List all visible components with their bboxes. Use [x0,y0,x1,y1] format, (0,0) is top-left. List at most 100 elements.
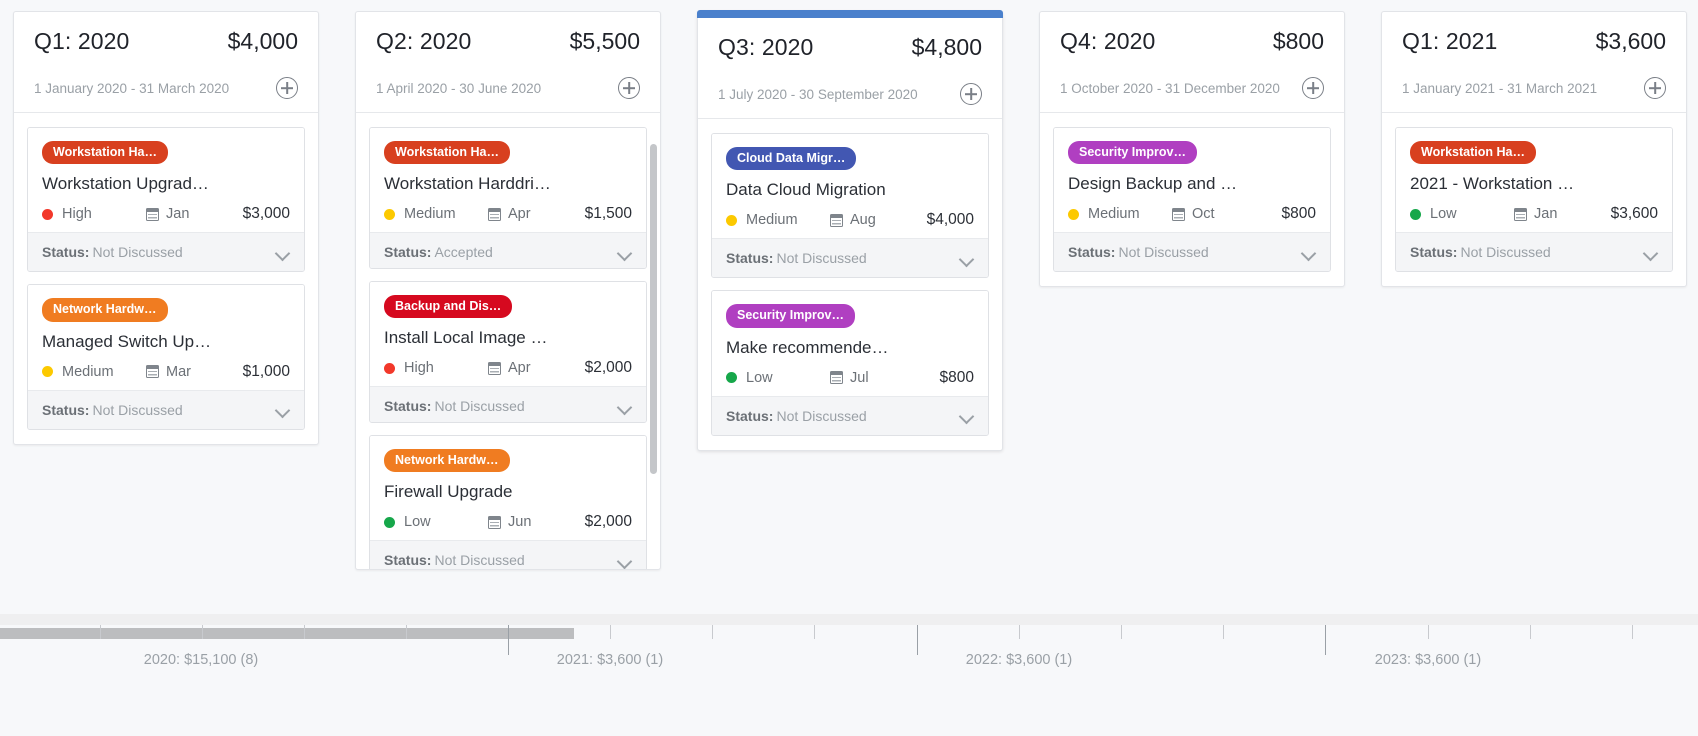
budget-card[interactable]: Backup and Dis… Install Local Image … High… [369,281,647,423]
timeline-year-label[interactable]: 2023: $3,600 (1) [1375,652,1481,668]
roadmap-board: Q1: 2020 $4,000 1 January 2020 - 31 March … [0,0,1698,736]
column-subheader-row: 1 July 2020 - 30 September 2020 [698,61,1002,119]
card-category-chip: Backup and Dis… [384,295,513,319]
column-title: Q1: 2020 [34,28,130,54]
card-status-text: Status: Not Discussed [1068,244,1209,260]
priority-dot-icon [42,208,53,220]
column-title: Q3: 2020 [718,34,814,60]
card-month: Jul [830,370,940,386]
column-date-range: 1 January 2020 - 31 March 2020 [34,80,230,96]
budget-card[interactable]: Network Hardw… Firewall Upgrade Low Jun $2,0… [369,435,647,569]
calendar-icon [488,361,501,375]
card-status-text: Status: Not Discussed [42,244,183,260]
card-month: Aug [830,212,927,228]
calendar-icon [146,207,159,221]
card-body: Backup and Dis… Install Local Image … High… [370,282,646,387]
timeline-year-label[interactable]: 2021: $3,600 (1) [557,652,663,668]
column-card-list: Workstation Ha… 2021 - Workstation … Low Ja… [1382,113,1686,286]
quarter-column[interactable]: Q2: 2020 $5,500 1 April 2020 - 30 June 202… [355,11,661,570]
budget-card[interactable]: Workstation Ha… 2021 - Workstation … Low Ja… [1395,127,1673,273]
chevron-down-icon[interactable] [617,402,632,411]
card-status-bar[interactable]: Status: Not Discussed [28,389,304,429]
card-status-label: Status: [1068,244,1116,261]
card-status-bar[interactable]: Status: Not Discussed [712,238,988,278]
card-priority: Low [726,370,830,386]
chevron-down-icon[interactable] [275,248,290,257]
add-item-icon[interactable] [276,77,298,99]
card-status-bar[interactable]: Status: Accepted [370,232,646,268]
card-body: Workstation Ha… 2021 - Workstation … Low Ja… [1396,128,1672,233]
add-item-icon[interactable] [1302,77,1324,99]
card-month: Jan [146,206,243,222]
chevron-down-icon[interactable] [1643,248,1658,257]
card-priority: Medium [726,212,830,228]
card-month: Jun [488,514,585,530]
timeline-tick [814,625,815,639]
column-accent-bar [697,10,1003,18]
card-title: Managed Switch Up… [42,331,212,351]
card-status-bar[interactable]: Status: Not Discussed [370,540,646,569]
card-status-bar[interactable]: Status: Not Discussed [28,232,304,272]
quarter-column[interactable]: Q1: 2020 $4,000 1 January 2020 - 31 March … [13,11,319,445]
column-subheader-row: 1 January 2020 - 31 March 2020 [14,55,318,113]
card-meta-row: Medium Aug $4,000 [726,211,974,229]
add-item-icon[interactable] [618,77,640,99]
chevron-down-icon[interactable] [617,248,632,257]
card-status-bar[interactable]: Status: Not Discussed [370,386,646,422]
budget-card[interactable]: Cloud Data Migr… Data Cloud Migration Medi… [711,133,989,279]
card-priority: Medium [384,206,488,222]
card-status-value: Not Discussed [92,401,183,418]
card-title: Workstation Harddri… [384,174,551,194]
card-month-label: Apr [508,206,531,223]
card-title: Data Cloud Migration [726,180,886,200]
card-priority-label: High [62,206,92,223]
card-cost: $800 [939,368,974,386]
budget-card[interactable]: Workstation Ha… Workstation Harddri… Mediu… [369,127,647,269]
card-category-chip: Workstation Ha… [1410,141,1536,165]
budget-card[interactable]: Network Hardw… Managed Switch Up… Medium Ma… [27,284,305,430]
card-title: Design Backup and … [1068,174,1238,194]
chevron-down-icon[interactable] [959,254,974,263]
card-month-label: Jan [1534,206,1558,223]
horizontal-scrollbar-track[interactable] [0,614,1698,639]
card-month-label: Apr [508,360,531,377]
column-date-range: 1 January 2021 - 31 March 2021 [1402,80,1598,96]
budget-card[interactable]: Workstation Ha… Workstation Upgrad… High Ja… [27,127,305,273]
card-priority-label: High [404,360,434,377]
chevron-down-icon[interactable] [617,556,632,565]
card-status-label: Status: [726,250,774,267]
card-priority-label: Medium [1088,206,1140,223]
card-status-bar[interactable]: Status: Not Discussed [1054,232,1330,272]
card-category-chip: Network Hardw… [42,298,168,322]
add-item-icon[interactable] [960,83,982,105]
chevron-down-icon[interactable] [275,405,290,414]
timeline-year-labels: 2020: $15,100 (8) 2021: $3,600 (1) 2022: $… [0,652,1698,682]
column-total-amount: $5,500 [569,28,640,54]
card-body: Security Improv… Make recommende… Low Jul $8… [712,291,988,396]
column-card-list: Security Improv… Design Backup and … Mediu… [1040,113,1344,286]
card-cost: $1,500 [584,205,632,223]
budget-card[interactable]: Security Improv… Design Backup and … Mediu… [1053,127,1331,273]
quarter-column[interactable]: Q3: 2020 $4,800 1 July 2020 - 30 September… [697,10,1003,451]
card-status-value: Not Discussed [434,552,525,569]
card-status-bar[interactable]: Status: Not Discussed [712,395,988,435]
quarter-column[interactable]: Q1: 2021 $3,600 1 January 2021 - 31 March … [1381,11,1687,288]
calendar-icon [830,371,843,385]
card-status-bar[interactable]: Status: Not Discussed [1396,232,1672,272]
card-status-value: Not Discussed [776,407,867,424]
card-month-label: Oct [1192,206,1215,223]
column-header-row: Q3: 2020 $4,800 [718,34,982,61]
chevron-down-icon[interactable] [959,411,974,420]
chevron-down-icon[interactable] [1301,248,1316,257]
add-item-icon[interactable] [1644,77,1666,99]
column-scrollbar-thumb[interactable] [650,144,657,474]
column-vertical-scrollbar[interactable] [650,144,657,563]
timeline-year-label[interactable]: 2020: $15,100 (8) [144,652,258,668]
budget-card[interactable]: Security Improv… Make recommende… Low Jul $8… [711,290,989,436]
column-date-range: 1 July 2020 - 30 September 2020 [718,86,918,102]
timeline-tick [1019,625,1020,639]
priority-dot-icon [384,208,395,220]
card-status-text: Status: Not Discussed [726,250,867,266]
timeline-year-label[interactable]: 2022: $3,600 (1) [966,652,1072,668]
quarter-column[interactable]: Q4: 2020 $800 1 October 2020 - 31 December… [1039,11,1345,288]
